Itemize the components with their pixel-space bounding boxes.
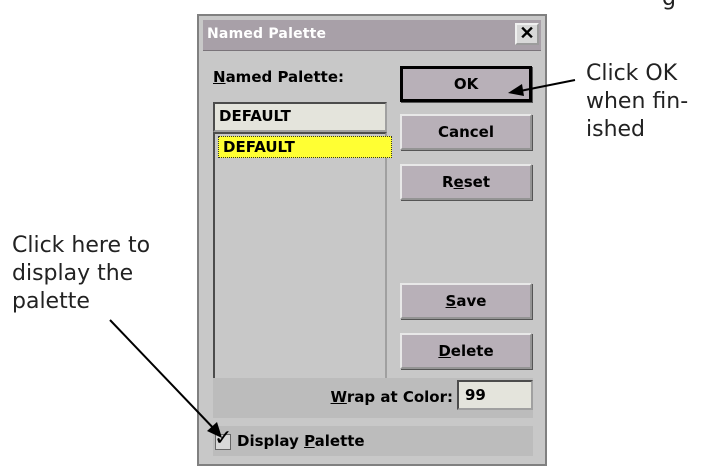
cancel-button[interactable]: Cancel <box>400 114 532 150</box>
ok-button[interactable]: OK <box>400 66 532 102</box>
wrap-at-color-label: Wrap at Color: <box>330 388 453 406</box>
display-palette-row: ✓ Display Palette <box>213 426 533 456</box>
close-button[interactable]: ✕ <box>515 23 539 45</box>
dialog-title: Named Palette <box>207 26 327 42</box>
annotation-fragment: g <box>662 0 676 11</box>
wrap-row: Wrap at Color: 99 <box>213 378 533 418</box>
save-button[interactable]: Save <box>400 283 532 319</box>
reset-button[interactable]: Reset <box>400 164 532 200</box>
named-palette-label: Named Palette: <box>213 68 344 86</box>
palette-name-field[interactable]: DEFAULT <box>213 102 387 132</box>
ok-annotation: Click OK when fin- ished <box>586 61 689 142</box>
palette-list[interactable]: DEFAULT <box>213 132 392 400</box>
close-icon: ✕ <box>519 23 535 43</box>
list-item[interactable]: DEFAULT <box>218 136 392 158</box>
wrap-at-color-input[interactable]: 99 <box>457 380 533 410</box>
title-bar[interactable]: Named Palette ✕ <box>203 20 541 51</box>
display-palette-label[interactable]: Display Palette <box>237 432 365 450</box>
display-palette-checkbox[interactable]: ✓ <box>214 426 232 451</box>
named-palette-dialog: Named Palette ✕ Named Palette: DEFAULT D… <box>197 14 547 466</box>
display-annotation: Click here to display the palette <box>12 233 151 314</box>
delete-button[interactable]: Delete <box>400 333 532 369</box>
checkmark-icon: ✓ <box>214 426 233 451</box>
